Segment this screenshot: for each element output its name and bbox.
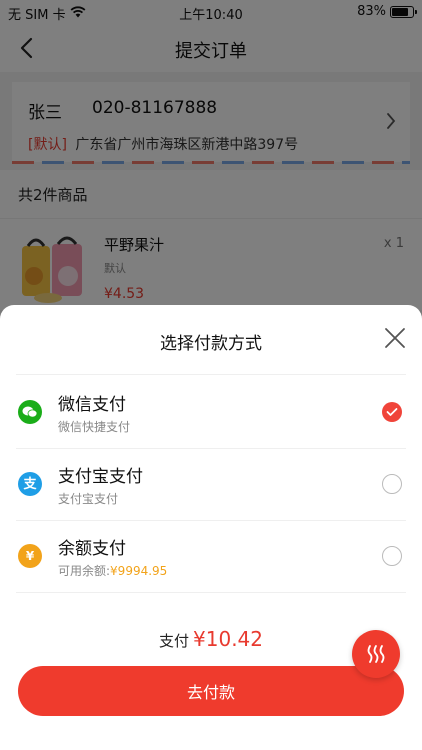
radio-unselected[interactable] [382, 474, 402, 494]
payment-desc: 可用余额:¥9994.95 [58, 562, 167, 579]
floating-menu-button[interactable] [352, 630, 400, 678]
divider [16, 374, 406, 375]
alipay-icon: 支 [18, 472, 42, 496]
balance-label: 可用余额: [58, 564, 111, 578]
payment-name: 余额支付 [58, 539, 126, 559]
payment-name: 支付宝支付 [58, 467, 143, 487]
wechat-icon [18, 400, 42, 424]
wallet-icon: ¥ [18, 544, 42, 568]
check-icon [386, 408, 398, 416]
payment-desc: 微信快捷支付 [58, 420, 131, 434]
total-amount: ¥10.42 [193, 627, 263, 651]
radio-unselected[interactable] [382, 546, 402, 566]
payment-option-wechat[interactable]: 微信支付 微信快捷支付 [0, 376, 422, 448]
payment-method-sheet: 选择付款方式 微信支付 微信快捷支付 支 支付宝支付 支付宝支付 ¥ 余额支付 … [0, 305, 422, 750]
sheet-title: 选择付款方式 [160, 334, 262, 354]
close-button[interactable] [382, 325, 408, 351]
total-label: 支付 [159, 632, 190, 650]
wave-lines-icon [367, 645, 385, 663]
close-icon [385, 328, 405, 348]
divider [16, 592, 406, 593]
radio-selected[interactable] [382, 402, 402, 422]
payment-name: 微信支付 [58, 395, 126, 415]
pay-button[interactable]: 去付款 [18, 666, 404, 716]
payment-desc: 支付宝支付 [58, 492, 119, 506]
payment-option-balance[interactable]: ¥ 余额支付 可用余额:¥9994.95 [0, 520, 422, 592]
payment-option-alipay[interactable]: 支 支付宝支付 支付宝支付 [0, 448, 422, 520]
balance-amount: ¥9994.95 [110, 564, 168, 578]
